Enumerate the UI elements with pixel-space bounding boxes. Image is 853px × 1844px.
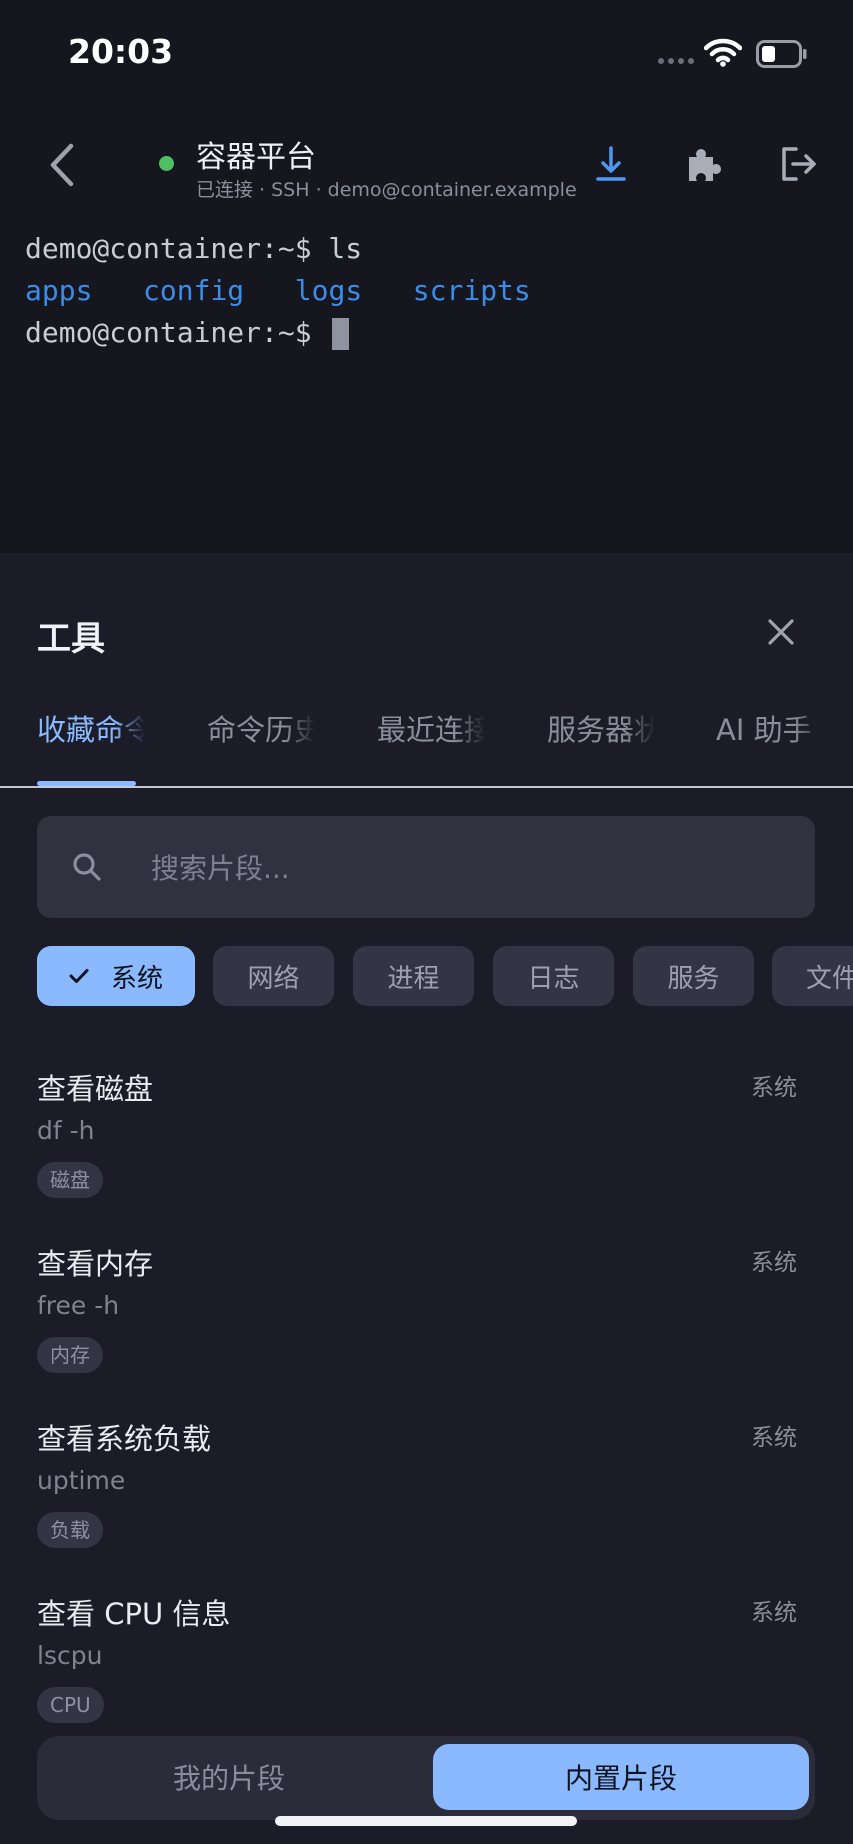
terminal-prompt: demo@container:~$: [25, 316, 312, 349]
snippet-command: lscpu: [37, 1641, 103, 1670]
terminal-dir: logs: [294, 274, 363, 307]
tab-indicator: [37, 781, 136, 786]
battery-icon: [756, 40, 808, 72]
terminal-dir: config: [143, 274, 245, 307]
snippet-title: 查看系统负载: [37, 1422, 212, 1456]
tab-recent[interactable]: 最近连接: [377, 707, 485, 749]
snippet-command: uptime: [37, 1466, 126, 1495]
cellular-signal-icon: [658, 58, 694, 64]
list-item[interactable]: 查看磁盘 系统 df -h 磁盘: [0, 1058, 853, 1233]
terminal-dir: scripts: [412, 274, 531, 307]
chevron-left-icon: [50, 143, 74, 187]
chip-label: 系统: [110, 963, 163, 994]
extensions-button[interactable]: [680, 140, 728, 188]
snippet-category: 系统: [751, 1075, 797, 1101]
chip-files[interactable]: 文件: [772, 946, 853, 1006]
list-item[interactable]: 查看内存 系统 free -h 内存: [0, 1233, 853, 1408]
tools-sheet: 工具 收藏命令 命令历史 最近连接 服务器状态 AI 助手 系统 网络 进程 日…: [0, 553, 853, 1844]
list-item[interactable]: 查看系统负载 系统 uptime 负载: [0, 1408, 853, 1583]
terminal-prompt: demo@container:~$: [25, 232, 312, 265]
snippet-tag: CPU: [37, 1687, 104, 1723]
chip-system[interactable]: 系统: [37, 946, 195, 1006]
snippet-title: 查看磁盘: [37, 1072, 154, 1106]
search-input[interactable]: [149, 842, 773, 894]
disconnect-button[interactable]: [774, 140, 822, 188]
connection-subtitle: 已连接 · SSH · demo@container.example: [196, 179, 577, 201]
snippet-command: free -h: [37, 1291, 120, 1320]
snippet-category: 系统: [751, 1425, 797, 1451]
search-icon: [73, 853, 101, 881]
snippet-command: df -h: [37, 1116, 95, 1145]
back-button[interactable]: [40, 140, 84, 190]
close-button[interactable]: [758, 609, 804, 655]
wifi-icon: [703, 38, 743, 72]
connection-status-dot: [159, 156, 174, 171]
page-title: 容器平台: [196, 140, 316, 175]
builtin-snippets-segment[interactable]: 内置片段: [433, 1744, 809, 1810]
chip-services[interactable]: 服务: [633, 946, 754, 1006]
terminal-cursor: [332, 318, 350, 350]
terminal-dir: apps: [25, 274, 93, 307]
terminal-line: demo@container:~$: [25, 312, 845, 354]
snippet-tag: 负载: [37, 1512, 103, 1548]
snippet-tag: 内存: [37, 1337, 103, 1373]
terminal-command: ls: [311, 232, 363, 265]
sheet-title: 工具: [37, 619, 105, 659]
terminal-line: demo@container:~$ ls: [25, 228, 845, 270]
list-item[interactable]: 查看 CPU 信息 系统 lscpu CPU: [0, 1583, 853, 1723]
terminal-line: apps config logs scripts: [25, 270, 845, 312]
chip-label: 文件: [806, 963, 853, 994]
snippet-category: 系统: [751, 1600, 797, 1626]
tab-bar: 收藏命令 命令历史 最近连接 服务器状态 AI 助手: [0, 693, 853, 773]
download-icon: [596, 146, 626, 181]
status-time: 20:03: [68, 32, 174, 71]
home-indicator: [275, 1816, 577, 1826]
chip-logs[interactable]: 日志: [493, 946, 614, 1006]
chip-network[interactable]: 网络: [213, 946, 334, 1006]
chip-process[interactable]: 进程: [353, 946, 474, 1006]
download-button[interactable]: [587, 140, 635, 188]
terminal-area: 20:03 容器平台 已连接 · SSH · demo@container.ex…: [0, 0, 853, 553]
snippet-title: 查看内存: [37, 1247, 154, 1281]
snippet-list: 查看磁盘 系统 df -h 磁盘 查看内存 系统 free -h 内存 查看系统…: [0, 1058, 853, 1723]
status-bar: 20:03: [0, 0, 853, 110]
tab-history[interactable]: 命令历史: [207, 707, 315, 749]
tab-favorites[interactable]: 收藏命令: [37, 707, 145, 749]
close-icon: [768, 619, 794, 645]
snippet-category: 系统: [751, 1250, 797, 1276]
tab-ai-assistant[interactable]: AI 助手: [716, 707, 824, 749]
tab-server-status[interactable]: 服务器状态: [547, 707, 655, 749]
search-bar[interactable]: [37, 816, 815, 918]
puzzle-icon: [689, 149, 721, 181]
my-snippets-segment[interactable]: 我的片段: [41, 1744, 417, 1810]
snippet-title: 查看 CPU 信息: [37, 1597, 231, 1631]
terminal-output[interactable]: demo@container:~$ ls apps config logs scr…: [25, 228, 845, 354]
snippet-source-toggle: 我的片段 内置片段: [37, 1736, 815, 1820]
tabs-divider: [0, 786, 853, 788]
logout-icon: [782, 147, 816, 181]
check-icon: [69, 969, 89, 983]
category-chips: 系统 网络 进程 日志 服务 文件: [0, 946, 853, 1008]
snippet-tag: 磁盘: [37, 1162, 103, 1198]
